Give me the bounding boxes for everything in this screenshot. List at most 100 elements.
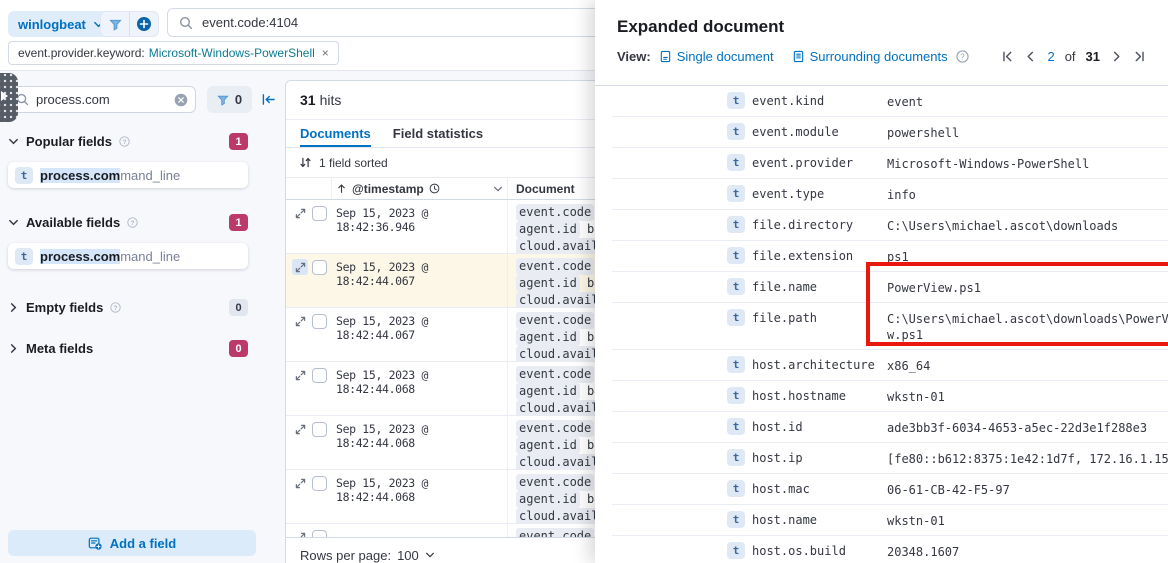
flyout-title: Expanded document	[617, 17, 785, 36]
row-checkbox[interactable]	[312, 206, 327, 221]
field-value: event	[887, 95, 924, 109]
meta-fields-label: Meta fields	[26, 341, 94, 356]
rows-per-page-button[interactable]: Rows per page: 100	[300, 548, 435, 563]
field-type-icon: t	[727, 511, 745, 528]
expand-document-button[interactable]	[286, 470, 308, 523]
row-checkbox[interactable]	[312, 260, 327, 275]
filter-funnel-icon	[217, 95, 229, 106]
row-checkbox[interactable]	[312, 422, 327, 437]
panel-resize-handle[interactable]	[0, 73, 18, 122]
field-item-process-command-line[interactable]: t process.command_line	[8, 162, 248, 188]
field-type-icon: t	[727, 449, 745, 466]
svg-text:?: ?	[114, 305, 118, 312]
empty-fields-section-header[interactable]: Empty fields ? 0	[8, 299, 248, 316]
empty-fields-count-badge: 0	[229, 299, 248, 316]
info-circle-icon: ?	[119, 136, 130, 147]
field-value: ps1	[887, 250, 909, 264]
filter-pill-field: event.provider.keyword:	[18, 46, 145, 60]
field-name: event.type	[752, 187, 825, 201]
document-field-row: t host.name wkstn-01	[612, 505, 1168, 536]
row-timestamp: Sep 15, 2023 @ 18:42:44.067	[331, 254, 508, 307]
field-item-process-command-line[interactable]: t process.command_line	[8, 243, 248, 269]
available-fields-section-header[interactable]: Available fields ? 1	[8, 214, 248, 231]
expand-document-button[interactable]	[286, 254, 308, 307]
expand-document-button[interactable]	[286, 308, 308, 361]
available-fields-label: Available fields	[26, 215, 121, 230]
total-pages: 31	[1085, 49, 1100, 64]
document-field-row: t host.id ade3bb3f-6034-4653-a5ec-22d3e1…	[612, 412, 1168, 443]
page-of-label: of	[1064, 49, 1076, 64]
filter-by-type-count: 0	[234, 92, 243, 107]
field-type-icon: t	[727, 387, 745, 404]
chevron-right-icon	[10, 344, 17, 353]
remove-filter-icon[interactable]: ×	[322, 46, 329, 60]
row-checkbox[interactable]	[312, 314, 327, 329]
document-field-row: t host.os.build 20348.1607	[612, 536, 1168, 563]
filter-pill[interactable]: event.provider.keyword: Microsoft-Window…	[8, 41, 339, 65]
kibana-discover-page: winlogbeat event.code:4104 event.provide…	[0, 0, 1168, 563]
last-page-button[interactable]	[1133, 50, 1146, 63]
popular-fields-section-header[interactable]: Popular fields ? 1	[8, 133, 248, 150]
meta-fields-section-header[interactable]: Meta fields 0	[8, 340, 248, 357]
index-pattern-selector[interactable]: winlogbeat	[8, 11, 114, 37]
info-circle-icon: ?	[110, 302, 121, 313]
field-value: C:\Users\michael.ascot\downloads\PowerVi…	[887, 312, 1168, 342]
column-menu-chevron-icon[interactable]	[493, 184, 503, 194]
timestamp-column-header[interactable]: @timestamp	[331, 178, 508, 199]
expanded-document-flyout: Expanded document View: Single document …	[595, 0, 1168, 563]
expand-document-button[interactable]	[286, 416, 308, 469]
document-field-row: t event.kind event	[612, 86, 1168, 117]
field-value: C:\Users\michael.ascot\downloads	[887, 219, 1119, 233]
svg-text:?: ?	[131, 220, 135, 227]
rows-per-page-value: 100	[397, 547, 419, 563]
help-circle-icon[interactable]: ?	[955, 50, 969, 63]
field-value: powershell	[887, 126, 960, 140]
arrow-to-left-icon	[262, 94, 275, 105]
collapse-sidebar-button[interactable]	[261, 93, 276, 106]
chevron-right-icon	[10, 303, 17, 312]
clear-search-icon[interactable]	[174, 93, 188, 107]
expand-document-button[interactable]	[286, 200, 308, 253]
first-page-button[interactable]	[1001, 50, 1014, 63]
documents-icon	[793, 50, 803, 63]
field-name: event.provider	[752, 156, 854, 170]
row-timestamp: Sep 15, 2023 @ 18:42:44.068	[331, 470, 508, 523]
field-name: host.ip	[752, 451, 803, 465]
field-type-icon: t	[727, 309, 745, 326]
document-field-row: t event.module powershell	[612, 117, 1168, 148]
add-field-label: Add a field	[109, 535, 177, 551]
field-name: file.name	[752, 280, 818, 294]
chevron-down-icon	[9, 138, 18, 145]
field-value: PowerView.ps1	[887, 281, 981, 295]
add-filter-button[interactable]	[130, 12, 158, 36]
tab-documents[interactable]: Documents	[300, 120, 371, 147]
filter-pill-value: Microsoft-Windows-PowerShell	[148, 46, 315, 60]
surrounding-documents-link[interactable]: Surrounding documents	[792, 49, 948, 64]
filter-by-type-button[interactable]: 0	[207, 86, 252, 113]
next-page-button[interactable]	[1110, 50, 1123, 63]
plus-circle-icon	[137, 17, 151, 31]
row-timestamp: Sep 15, 2023 @ 18:42:44.068	[331, 416, 508, 469]
document-field-row: t file.path C:\Users\michael.ascot\downl…	[612, 303, 1168, 350]
document-field-row: t event.type info	[612, 179, 1168, 210]
popular-fields-count-badge: 1	[229, 133, 248, 150]
field-name: host.architecture	[752, 358, 875, 372]
expand-icon	[295, 208, 305, 218]
single-document-link[interactable]: Single document	[659, 49, 774, 64]
previous-page-button[interactable]	[1024, 50, 1037, 63]
field-name: event.kind	[752, 94, 825, 108]
document-field-row: t file.name PowerView.ps1	[612, 272, 1168, 303]
field-name: file.extension	[752, 249, 854, 263]
svg-text:?: ?	[960, 52, 965, 61]
popular-fields-label: Popular fields	[26, 134, 112, 149]
document-field-row: t host.architecture x86_64	[612, 350, 1168, 381]
tab-field-statistics[interactable]: Field statistics	[393, 120, 483, 147]
row-checkbox[interactable]	[312, 476, 327, 491]
row-checkbox[interactable]	[312, 368, 327, 383]
hits-count: 31	[300, 92, 316, 108]
saved-query-filter-button[interactable]	[101, 12, 129, 36]
field-search-input[interactable]: process.com	[8, 86, 197, 113]
expand-document-button[interactable]	[286, 362, 308, 415]
add-field-button[interactable]: Add a field	[8, 530, 256, 556]
current-page-number: 2	[1047, 49, 1055, 64]
